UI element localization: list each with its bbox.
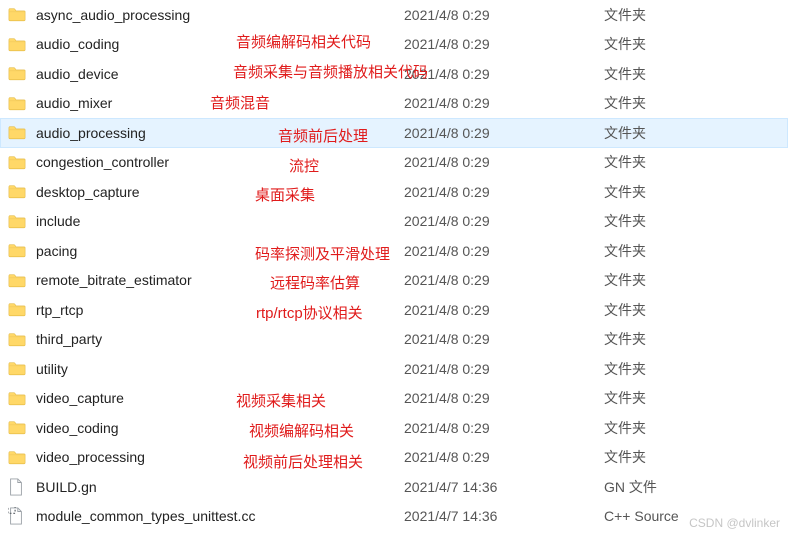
folder-icon <box>8 66 32 81</box>
file-date: 2021/4/8 0:29 <box>404 243 604 259</box>
folder-icon <box>8 273 32 288</box>
file-name: rtp_rtcp <box>32 302 404 318</box>
file-name: audio_mixer <box>32 95 404 111</box>
file-type: 文件夹 <box>604 64 788 84</box>
file-row[interactable]: audio_coding2021/4/8 0:29文件夹 <box>0 30 788 60</box>
file-type: 文件夹 <box>604 300 788 320</box>
folder-icon <box>8 155 32 170</box>
file-date: 2021/4/8 0:29 <box>404 302 604 318</box>
folder-icon <box>8 184 32 199</box>
file-name: video_capture <box>32 390 404 406</box>
file-row[interactable]: include2021/4/8 0:29文件夹 <box>0 207 788 237</box>
folder-icon <box>8 125 32 140</box>
folder-icon <box>8 37 32 52</box>
folder-icon <box>8 361 32 376</box>
file-date: 2021/4/8 0:29 <box>404 66 604 82</box>
file-name: module_common_types_unittest.cc <box>32 508 404 524</box>
file-date: 2021/4/8 0:29 <box>404 420 604 436</box>
folder-icon <box>8 214 32 229</box>
file-name: congestion_controller <box>32 154 404 170</box>
file-date: 2021/4/8 0:29 <box>404 36 604 52</box>
file-name: BUILD.gn <box>32 479 404 495</box>
file-row[interactable]: rtp_rtcp2021/4/8 0:29文件夹 <box>0 295 788 325</box>
file-name: video_processing <box>32 449 404 465</box>
file-type: 文件夹 <box>604 5 788 25</box>
folder-icon <box>8 450 32 465</box>
file-row[interactable]: async_audio_processing2021/4/8 0:29文件夹 <box>0 0 788 30</box>
file-type: 文件夹 <box>604 34 788 54</box>
file-date: 2021/4/8 0:29 <box>404 154 604 170</box>
file-date: 2021/4/8 0:29 <box>404 95 604 111</box>
file-type: 文件夹 <box>604 418 788 438</box>
folder-icon <box>8 243 32 258</box>
file-row[interactable]: remote_bitrate_estimator2021/4/8 0:29文件夹 <box>0 266 788 296</box>
file-name: third_party <box>32 331 404 347</box>
file-type: GN 文件 <box>604 477 788 497</box>
file-date: 2021/4/8 0:29 <box>404 7 604 23</box>
folder-icon <box>8 332 32 347</box>
file-name: utility <box>32 361 404 377</box>
file-date: 2021/4/8 0:29 <box>404 272 604 288</box>
file-row[interactable]: video_capture2021/4/8 0:29文件夹 <box>0 384 788 414</box>
file-row[interactable]: audio_device2021/4/8 0:29文件夹 <box>0 59 788 89</box>
file-name: audio_coding <box>32 36 404 52</box>
file-row[interactable]: pacing2021/4/8 0:29文件夹 <box>0 236 788 266</box>
file-type: 文件夹 <box>604 123 788 143</box>
file-type: 文件夹 <box>604 211 788 231</box>
file-list: async_audio_processing2021/4/8 0:29文件夹au… <box>0 0 788 531</box>
folder-icon <box>8 391 32 406</box>
file-row[interactable]: video_processing2021/4/8 0:29文件夹 <box>0 443 788 473</box>
file-row[interactable]: third_party2021/4/8 0:29文件夹 <box>0 325 788 355</box>
file-date: 2021/4/8 0:29 <box>404 125 604 141</box>
file-icon <box>8 478 32 496</box>
file-date: 2021/4/8 0:29 <box>404 361 604 377</box>
watermark: CSDN @dvlinker <box>689 516 780 530</box>
file-date: 2021/4/8 0:29 <box>404 390 604 406</box>
file-name: desktop_capture <box>32 184 404 200</box>
file-type: 文件夹 <box>604 182 788 202</box>
file-row[interactable]: desktop_capture2021/4/8 0:29文件夹 <box>0 177 788 207</box>
file-row[interactable]: BUILD.gn2021/4/7 14:36GN 文件 <box>0 472 788 502</box>
file-type: 文件夹 <box>604 388 788 408</box>
file-row[interactable]: utility2021/4/8 0:29文件夹 <box>0 354 788 384</box>
file-type: 文件夹 <box>604 93 788 113</box>
file-date: 2021/4/8 0:29 <box>404 184 604 200</box>
folder-icon <box>8 96 32 111</box>
file-type: 文件夹 <box>604 329 788 349</box>
file-type: 文件夹 <box>604 447 788 467</box>
file-date: 2021/4/7 14:36 <box>404 479 604 495</box>
file-row[interactable]: audio_mixer2021/4/8 0:29文件夹 <box>0 89 788 119</box>
file-date: 2021/4/7 14:36 <box>404 508 604 524</box>
file-name: pacing <box>32 243 404 259</box>
file-name: async_audio_processing <box>32 7 404 23</box>
file-name: audio_processing <box>32 125 404 141</box>
folder-icon <box>8 7 32 22</box>
file-date: 2021/4/8 0:29 <box>404 331 604 347</box>
file-name: remote_bitrate_estimator <box>32 272 404 288</box>
file-type: 文件夹 <box>604 359 788 379</box>
cpp-file-icon <box>8 507 32 525</box>
file-date: 2021/4/8 0:29 <box>404 449 604 465</box>
file-row[interactable]: module_common_types_unittest.cc2021/4/7 … <box>0 502 788 532</box>
file-name: video_coding <box>32 420 404 436</box>
file-row[interactable]: congestion_controller2021/4/8 0:29文件夹 <box>0 148 788 178</box>
file-type: 文件夹 <box>604 241 788 261</box>
file-name: audio_device <box>32 66 404 82</box>
file-date: 2021/4/8 0:29 <box>404 213 604 229</box>
file-row[interactable]: audio_processing2021/4/8 0:29文件夹 <box>0 118 788 148</box>
file-type: 文件夹 <box>604 270 788 290</box>
file-type: 文件夹 <box>604 152 788 172</box>
folder-icon <box>8 302 32 317</box>
file-row[interactable]: video_coding2021/4/8 0:29文件夹 <box>0 413 788 443</box>
file-name: include <box>32 213 404 229</box>
folder-icon <box>8 420 32 435</box>
